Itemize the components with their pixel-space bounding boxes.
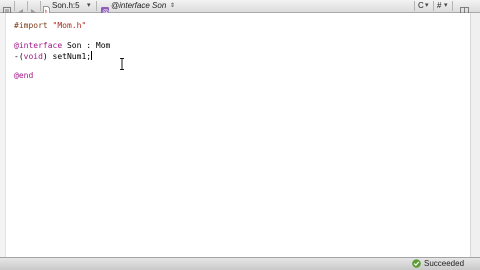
ibeam-cursor-icon — [120, 58, 124, 70]
import-directive: #import — [14, 21, 48, 30]
up-down-arrows-icon: ⇕ — [170, 3, 176, 9]
symbol-selector[interactable]: @ @interface Son ⇕ — [101, 0, 176, 16]
method-prefix: -( — [14, 52, 24, 61]
xcode-editor-window: h Son.h:5 ▾ @ @interface Son ⇕ C ▾ # — [0, 0, 480, 270]
build-status-label: Succeeded — [424, 259, 465, 268]
build-status[interactable]: Succeeded — [412, 259, 470, 269]
jump-bar-separator — [14, 1, 15, 11]
jump-bar-separator — [433, 1, 434, 11]
counterparts-selector[interactable]: # ▾ — [436, 0, 452, 12]
jump-bar-separator — [96, 1, 97, 11]
jump-bar-separator — [414, 1, 415, 11]
interface-keyword: @interface — [14, 41, 63, 50]
code-line-method[interactable]: -(void) setNum1; — [14, 51, 93, 62]
build-succeeded-check-icon — [412, 259, 421, 268]
jump-bar-separator — [452, 1, 453, 11]
symbol-label: @interface Son — [111, 1, 167, 10]
counterparts-label: # — [437, 1, 442, 10]
method-name: ) setNum1; — [42, 52, 92, 61]
vertical-scrollbar[interactable] — [470, 13, 480, 257]
jump-bar: h Son.h:5 ▾ @ @interface Son ⇕ C ▾ # — [0, 0, 480, 16]
end-keyword: @end — [14, 71, 34, 80]
editor-gutter[interactable] — [0, 13, 6, 257]
source-editor[interactable]: #import "Mom.h" @interface Son : Mom -(v… — [0, 13, 470, 257]
code-line-interface[interactable]: @interface Son : Mom — [14, 41, 110, 51]
jump-bar-separator — [27, 1, 28, 11]
file-path-control[interactable]: h Son.h:5 ▾ — [43, 0, 95, 15]
chevron-down-icon: ▾ — [444, 2, 448, 9]
chevron-down-icon: ▾ — [87, 2, 91, 9]
code-line-end[interactable]: @end — [14, 71, 33, 81]
language-selector[interactable]: C ▾ — [417, 0, 433, 12]
status-bar: Succeeded — [0, 257, 480, 270]
void-keyword: void — [23, 52, 43, 61]
file-name-label: Son.h:5 — [52, 1, 80, 10]
text-insertion-cursor — [91, 51, 93, 60]
chevron-down-icon: ▾ — [425, 2, 429, 9]
jump-bar-separator — [40, 1, 41, 11]
interface-declaration: Son : Mom — [62, 41, 111, 50]
import-string: "Mom.h" — [52, 21, 87, 30]
language-label: C — [418, 1, 424, 10]
code-line-import[interactable]: #import "Mom.h" — [14, 21, 86, 31]
